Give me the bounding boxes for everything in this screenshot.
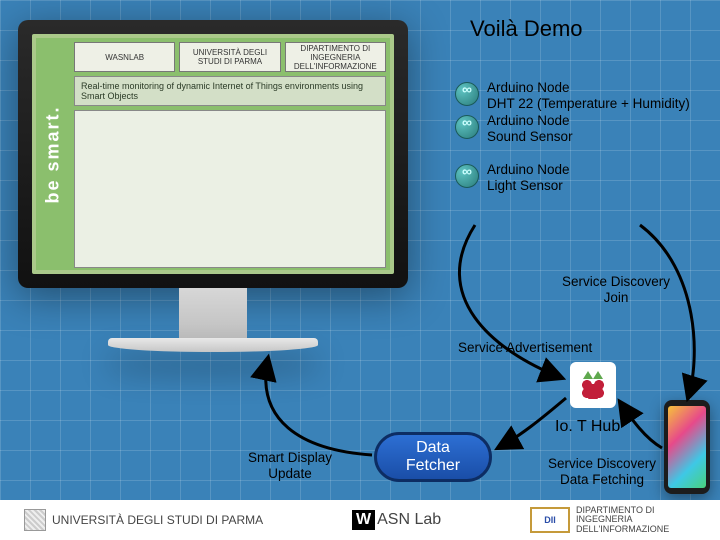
raspberry-pi-icon [570,362,616,408]
label-service-discovery-join: Service DiscoveryJoin [562,274,670,305]
screen-caption: Real-time monitoring of dynamic Internet… [74,76,386,106]
arduino-node-list: Arduino Node DHT 22 (Temperature + Humid… [455,80,695,195]
label-smart-display-update: Smart DisplayUpdate [248,450,332,481]
footer-w-badge: W [352,510,375,530]
arrow-service-discovery-data-fetching [620,402,662,448]
arrow-service-discovery-join [640,225,694,398]
footer-right-text: DIPARTIMENTO DI INGEGNERIA DELL'INFORMAZ… [576,506,696,534]
node-subtitle: DHT 22 (Temperature + Humidity) [487,96,690,111]
label-service-advertisement: Service Advertisement [458,340,592,356]
screen-main-area [74,110,386,268]
arduino-node-text: Arduino Node DHT 22 (Temperature + Humid… [487,80,690,111]
dii-crest-icon [530,507,570,533]
arduino-icon [455,115,479,139]
data-fetcher-node: DataFetcher [374,432,492,482]
node-subtitle: Sound Sensor [487,129,573,144]
footer-bar: UNIVERSITÀ DEGLI STUDI DI PARMA WASN Lab… [0,500,720,540]
arduino-icon [455,164,479,188]
arduino-node: Arduino Node Sound Sensor [455,113,695,144]
node-title: Arduino Node [487,80,570,95]
monitor-screen: be smart. WASNLAB UNIVERSITÀ DEGLI STUDI… [32,34,394,274]
monitor-stand-base [108,338,318,352]
screen-content: WASNLAB UNIVERSITÀ DEGLI STUDI DI PARMA … [70,38,390,270]
university-crest-icon [24,509,46,531]
footer-mid-text: ASN Lab [377,511,441,529]
monitor-bezel: be smart. WASNLAB UNIVERSITÀ DEGLI STUDI… [18,20,408,288]
screen-logo-row: WASNLAB UNIVERSITÀ DEGLI STUDI DI PARMA … [74,42,386,72]
label-iot-hub: Io. T Hub [555,418,620,436]
arduino-node: Arduino Node DHT 22 (Temperature + Humid… [455,80,695,111]
footer-left-text: UNIVERSITÀ DEGLI STUDI DI PARMA [52,513,263,527]
screen-sidebar: be smart. [36,38,70,270]
node-title: Arduino Node [487,113,570,128]
arrow-smart-display-update [266,358,372,455]
footer-left: UNIVERSITÀ DEGLI STUDI DI PARMA [24,509,263,531]
screen-logo: WASNLAB [74,42,175,72]
label-service-discovery-data-fetching: Service DiscoveryData Fetching [548,456,656,487]
screen-sidebar-text: be smart. [43,105,64,203]
arduino-node: Arduino Node Light Sensor [455,162,695,193]
mobile-screen [668,406,706,488]
monitor-stand-neck [179,288,247,338]
node-subtitle: Light Sensor [487,178,563,193]
arduino-icon [455,82,479,106]
mobile-device [664,400,710,494]
footer-mid: WASN Lab [352,510,441,530]
smart-display-monitor: be smart. WASNLAB UNIVERSITÀ DEGLI STUDI… [18,20,408,352]
screen-logo: UNIVERSITÀ DEGLI STUDI DI PARMA [179,42,280,72]
page-title: Voilà Demo [470,16,583,42]
footer-right: DIPARTIMENTO DI INGEGNERIA DELL'INFORMAZ… [530,506,696,534]
arduino-node-text: Arduino Node Sound Sensor [487,113,573,144]
arduino-node-text: Arduino Node Light Sensor [487,162,570,193]
node-title: Arduino Node [487,162,570,177]
screen-logo: DIPARTIMENTO DI INGEGNERIA DELL'INFORMAZ… [285,42,386,72]
